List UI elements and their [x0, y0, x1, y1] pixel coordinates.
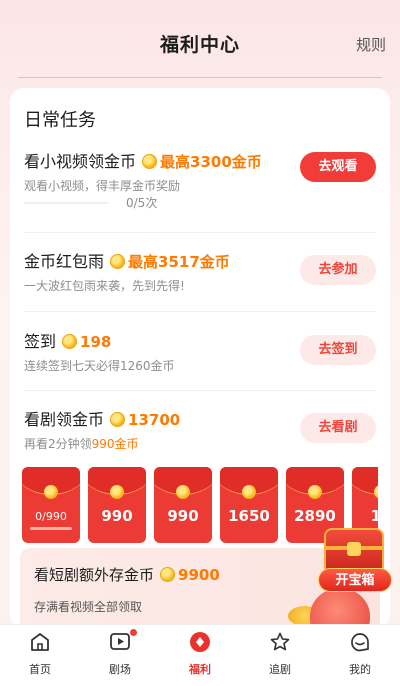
task-title: 看剧领金币 13700	[24, 410, 181, 429]
envelope-progress-bar	[30, 527, 72, 530]
tab-mine[interactable]: 我的	[330, 631, 390, 683]
tab-welfare[interactable]: 福利	[170, 631, 230, 683]
bottom-tab-bar: 首页 剧场 福利 追剧 我的	[0, 624, 400, 686]
header: 福利中心 规则	[0, 0, 400, 80]
task-title: 签到 198	[24, 332, 112, 351]
coin-icon	[44, 485, 58, 499]
task-title: 看小视频领金币 最高3300金币	[24, 152, 262, 171]
section-heading: 日常任务	[24, 110, 96, 131]
task-reward: 最高3517金币	[128, 253, 230, 271]
profile-icon	[351, 633, 369, 652]
task-watch-video: 看小视频领金币 最高3300金币 观看小视频，得丰厚金币奖励 0/5次 去观看	[24, 148, 376, 218]
join-button[interactable]: 去参加	[300, 255, 376, 285]
task-sign-in: 签到 198 连续签到七天必得1260金币 去签到	[24, 328, 376, 388]
watch-button[interactable]: 去观看	[300, 152, 376, 182]
coin-icon	[110, 412, 126, 427]
storage-desc: 存满看视频全部领取	[34, 600, 143, 614]
red-envelope[interactable]: 0/990	[22, 467, 80, 543]
storage-title: 看短剧额外存金币 9900	[34, 566, 220, 584]
divider	[24, 311, 376, 312]
red-envelope[interactable]: 1650	[220, 467, 278, 543]
task-reward: 198	[80, 333, 112, 351]
task-desc: 观看小视频，得丰厚金币奖励	[24, 179, 181, 193]
lock-icon	[347, 542, 361, 556]
coin-icon	[110, 254, 126, 269]
task-desc: 再看2分钟领990金币	[24, 437, 139, 451]
page-title: 福利中心	[159, 34, 240, 56]
rules-link[interactable]: 规则	[356, 34, 386, 55]
sign-in-button[interactable]: 去签到	[300, 335, 376, 365]
divider	[24, 232, 376, 233]
tab-label: 剧场	[109, 663, 131, 676]
coin-icon	[242, 485, 256, 499]
watch-drama-button[interactable]: 去看剧	[300, 413, 376, 443]
storage-reward: 9900	[178, 566, 220, 584]
coin-icon	[142, 154, 158, 169]
play-icon	[110, 633, 130, 650]
red-envelope[interactable]: 990	[88, 467, 146, 543]
welfare-icon	[190, 632, 210, 652]
header-divider	[18, 77, 382, 78]
task-reward: 最高3300金币	[160, 153, 262, 171]
progress-text: 0/5次	[126, 196, 158, 210]
red-envelope[interactable]: 990	[154, 467, 212, 543]
progress-bar	[24, 202, 108, 204]
task-watch-drama: 看剧领金币 13700 再看2分钟领990金币 去看剧	[24, 406, 376, 466]
tab-label: 我的	[349, 663, 371, 676]
coin-icon	[62, 334, 78, 349]
home-icon	[31, 633, 49, 651]
task-title: 金币红包雨 最高3517金币	[24, 252, 230, 271]
coin-icon	[308, 485, 322, 499]
coin-icon	[176, 485, 190, 499]
treasure-chest-button[interactable]: 开宝箱	[318, 520, 396, 596]
task-reward: 13700	[128, 411, 181, 429]
coin-icon	[160, 567, 176, 582]
tab-theater[interactable]: 剧场	[90, 629, 150, 683]
task-desc: 一大波红包雨来袭，先到先得!	[24, 279, 185, 293]
notification-badge	[130, 629, 137, 636]
tab-label: 追剧	[269, 663, 291, 676]
tab-follow[interactable]: 追剧	[250, 631, 310, 683]
coin-icon	[110, 485, 124, 499]
tab-label: 福利	[189, 663, 211, 676]
star-icon	[270, 632, 290, 651]
task-red-packet-rain: 金币红包雨 最高3517金币 一大波红包雨来袭，先到先得! 去参加	[24, 248, 376, 308]
tab-label: 首页	[29, 663, 51, 676]
tab-home[interactable]: 首页	[10, 631, 70, 683]
coin-icon	[374, 485, 378, 499]
divider	[24, 390, 376, 391]
open-chest-label: 开宝箱	[318, 568, 392, 592]
task-desc: 连续签到七天必得1260金币	[24, 359, 175, 373]
